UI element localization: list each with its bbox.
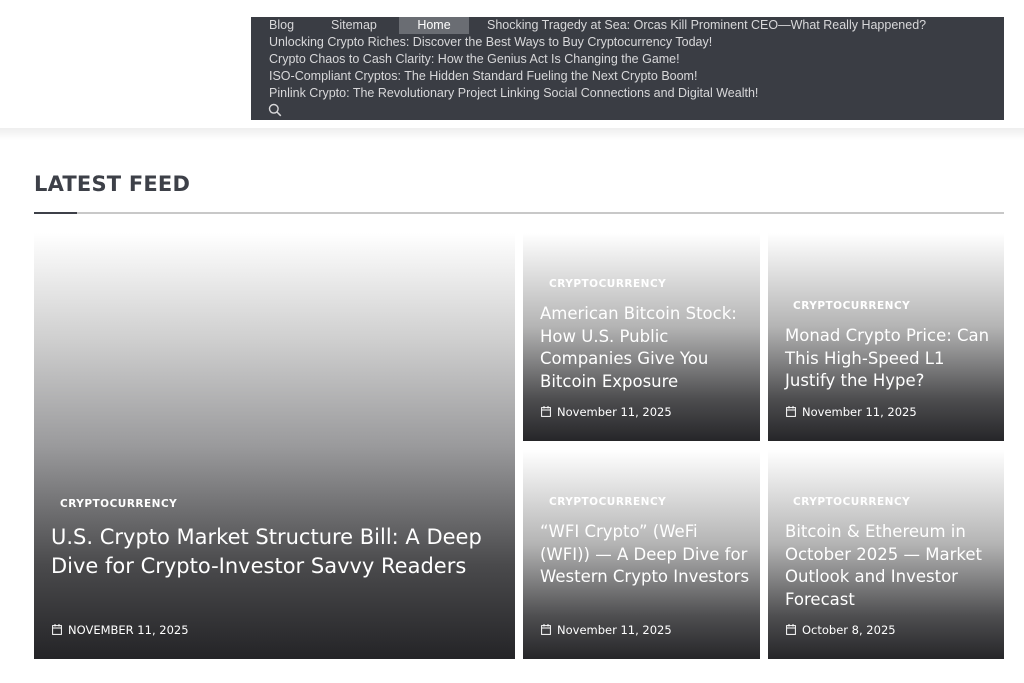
post-category[interactable]: CRYPTOCURRENCY: [549, 278, 666, 290]
nav-link-unlocking[interactable]: Unlocking Crypto Riches: Discover the Be…: [269, 35, 712, 50]
post-card[interactable]: CRYPTOCURRENCY Monad Crypto Price: Can T…: [768, 233, 1004, 441]
post-category[interactable]: CRYPTOCURRENCY: [793, 496, 910, 508]
header-separator: [0, 128, 1024, 140]
post-category[interactable]: CRYPTOCURRENCY: [549, 496, 666, 508]
post-card[interactable]: CRYPTOCURRENCY Bitcoin & Ethereum in Oct…: [768, 450, 1004, 659]
section-divider-accent: [34, 212, 77, 214]
post-card[interactable]: CRYPTOCURRENCY American Bitcoin Stock: H…: [523, 233, 760, 441]
nav-link-genius-act[interactable]: Crypto Chaos to Cash Clarity: How the Ge…: [269, 52, 680, 67]
nav-blog[interactable]: Blog: [269, 18, 294, 33]
section-divider: [34, 212, 1004, 214]
nav-primary-row: Blog Sitemap Home Shocking Tragedy at Se…: [251, 17, 1004, 34]
post-category[interactable]: CRYPTOCURRENCY: [60, 498, 177, 510]
post-title[interactable]: U.S. Crypto Market Structure Bill: A Dee…: [51, 523, 491, 580]
post-date: November 11, 2025: [541, 405, 672, 420]
calendar-icon: [541, 406, 551, 420]
post-category[interactable]: CRYPTOCURRENCY: [793, 300, 910, 312]
nav-link-orcas[interactable]: Shocking Tragedy at Sea: Orcas Kill Prom…: [487, 18, 926, 33]
post-title[interactable]: American Bitcoin Stock: How U.S. Public …: [540, 303, 750, 393]
nav-link-iso[interactable]: ISO-Compliant Cryptos: The Hidden Standa…: [269, 69, 697, 84]
post-date-text: November 11, 2025: [557, 623, 672, 637]
top-navigation: Blog Sitemap Home Shocking Tragedy at Se…: [251, 17, 1004, 120]
search-icon[interactable]: [268, 103, 282, 117]
post-date-text: October 8, 2025: [802, 623, 896, 637]
post-date: November 11, 2025: [541, 623, 672, 638]
post-title[interactable]: Bitcoin & Ethereum in October 2025 — Mar…: [785, 521, 995, 611]
section-title: LATEST FEED: [34, 172, 191, 196]
calendar-icon: [541, 624, 551, 638]
post-date-text: November 11, 2025: [557, 405, 672, 419]
nav-sitemap[interactable]: Sitemap: [331, 18, 377, 33]
post-title[interactable]: “WFI Crypto” (WeFi (WFI)) — A Deep Dive …: [540, 521, 750, 589]
post-date: November 11, 2025: [786, 405, 917, 420]
calendar-icon: [786, 406, 796, 420]
post-date-text: November 11, 2025: [802, 405, 917, 419]
nav-home[interactable]: Home: [399, 17, 469, 34]
post-card[interactable]: CRYPTOCURRENCY “WFI Crypto” (WeFi (WFI))…: [523, 450, 760, 659]
post-date: NOVEMBER 11, 2025: [52, 623, 189, 638]
post-title[interactable]: Monad Crypto Price: Can This High-Speed …: [785, 325, 995, 393]
calendar-icon: [786, 624, 796, 638]
post-date-text: NOVEMBER 11, 2025: [68, 623, 189, 637]
post-date: October 8, 2025: [786, 623, 896, 638]
featured-post-card[interactable]: CRYPTOCURRENCY U.S. Crypto Market Struct…: [34, 233, 515, 659]
nav-link-pinlink[interactable]: Pinlink Crypto: The Revolutionary Projec…: [269, 86, 758, 101]
calendar-icon: [52, 624, 62, 638]
